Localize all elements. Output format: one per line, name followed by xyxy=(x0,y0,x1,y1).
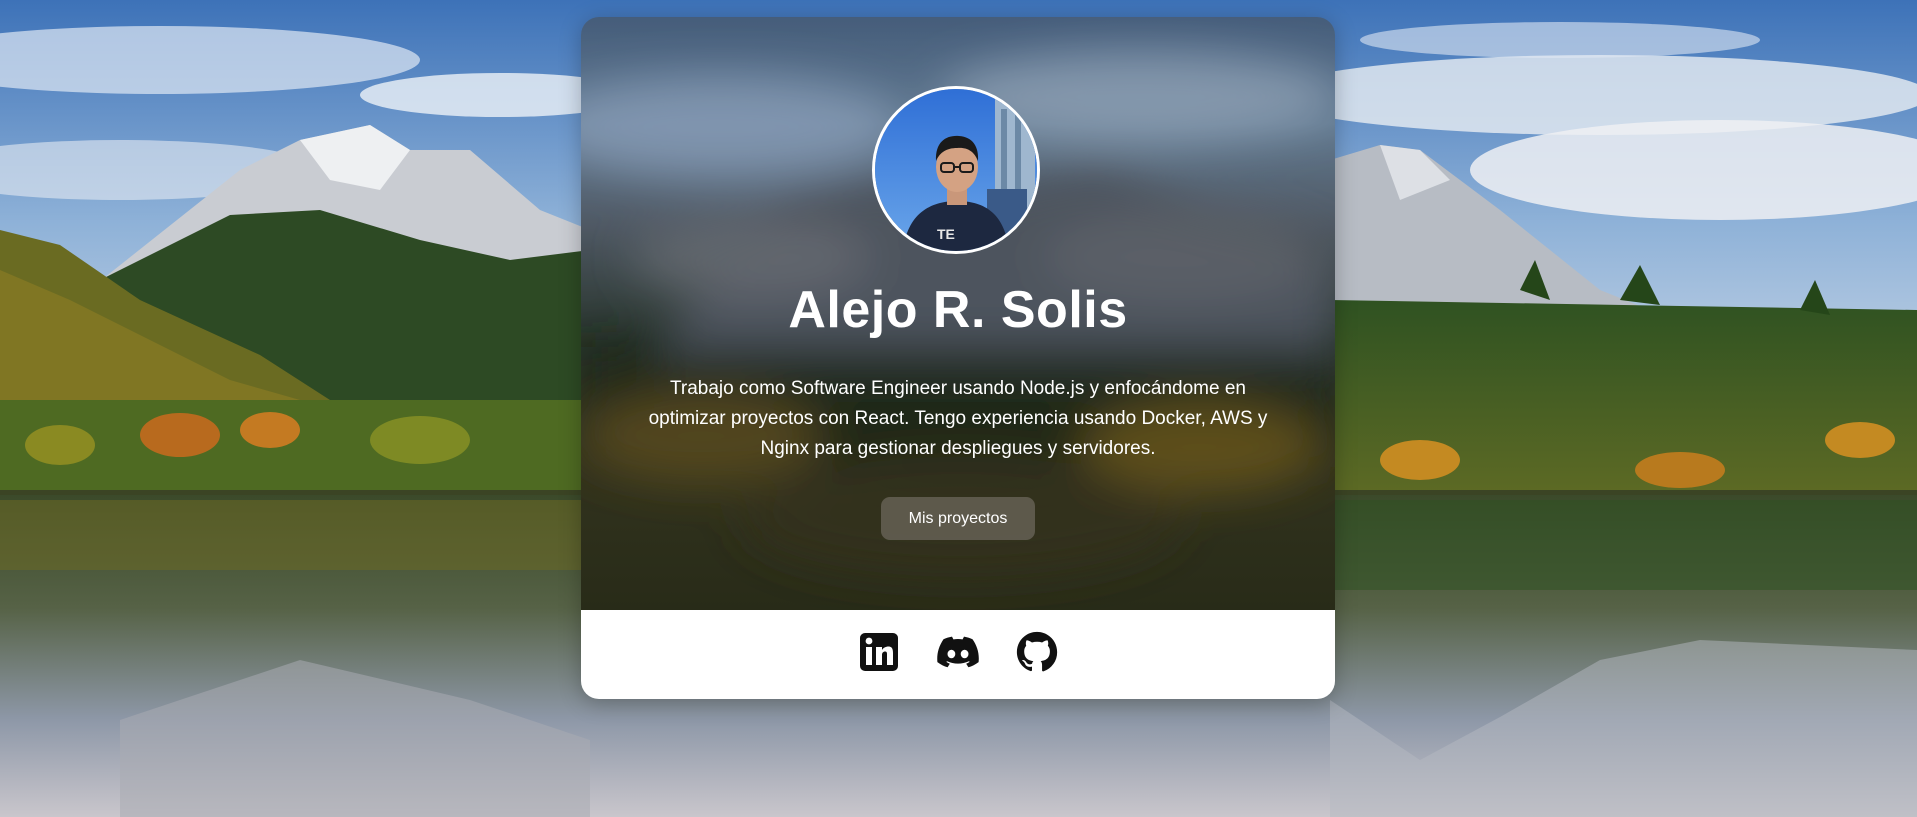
profile-name: Alejo R. Solis xyxy=(788,281,1128,339)
github-icon xyxy=(1016,631,1058,678)
profile-bio: Trabajo como Software Engineer usando No… xyxy=(648,378,1268,459)
avatar: TE xyxy=(872,86,1040,254)
profile-card: TE Alejo R. Solis Trabajo como Software … xyxy=(581,17,1335,699)
discord-icon xyxy=(937,636,979,673)
projects-button[interactable]: Mis proyectos xyxy=(881,497,1035,540)
discord-link[interactable] xyxy=(935,632,981,678)
card-header-blurred-bg: TE Alejo R. Solis Trabajo como Software … xyxy=(581,17,1335,610)
linkedin-link[interactable] xyxy=(856,632,902,678)
social-links-bar xyxy=(581,610,1335,699)
github-link[interactable] xyxy=(1014,631,1060,678)
linkedin-icon xyxy=(859,632,899,677)
svg-text:TE: TE xyxy=(937,226,955,242)
